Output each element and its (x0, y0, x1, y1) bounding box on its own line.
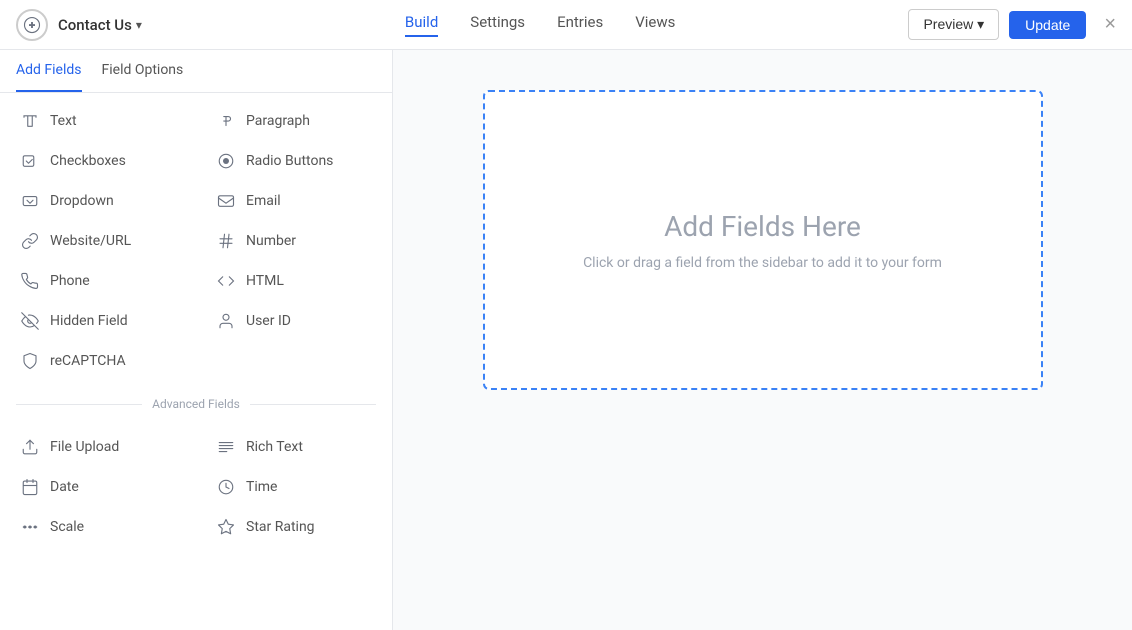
field-item-scale[interactable]: Scale (0, 507, 196, 547)
tab-entries[interactable]: Entries (557, 13, 603, 37)
advanced-fields-divider: Advanced Fields (0, 389, 392, 419)
text-icon (20, 111, 40, 131)
dropdown-icon (20, 191, 40, 211)
field-label-time: Time (246, 479, 277, 495)
star-icon (216, 517, 236, 537)
field-item-number[interactable]: Number (196, 221, 392, 261)
field-label-date: Date (50, 479, 79, 495)
hidden-icon (20, 311, 40, 331)
preview-button[interactable]: Preview ▾ (908, 9, 999, 40)
shield-icon (20, 351, 40, 371)
field-label-starrating: Star Rating (246, 519, 315, 535)
sidebar: Add Fields Field Options Text Paragraph (0, 50, 393, 630)
drop-zone-subtitle: Click or drag a field from the sidebar t… (583, 255, 942, 271)
field-label-hidden: Hidden Field (50, 313, 128, 329)
top-navigation: Contact Us ▾ Build Settings Entries View… (0, 0, 1132, 50)
update-button[interactable]: Update (1009, 11, 1086, 39)
tab-views[interactable]: Views (635, 13, 675, 37)
field-label-radio: Radio Buttons (246, 153, 333, 169)
tab-build[interactable]: Build (405, 13, 438, 37)
field-label-userid: User ID (246, 313, 291, 329)
time-icon (216, 477, 236, 497)
nav-actions: Preview ▾ Update × (908, 9, 1116, 40)
email-icon (216, 191, 236, 211)
field-item-userid[interactable]: User ID (196, 301, 392, 341)
field-item-richtext[interactable]: Rich Text (196, 427, 392, 467)
field-label-phone: Phone (50, 273, 90, 289)
field-item-recaptcha[interactable]: reCAPTCHA (0, 341, 196, 381)
field-item-checkboxes[interactable]: Checkboxes (0, 141, 196, 181)
drop-zone[interactable]: Add Fields Here Click or drag a field fr… (483, 90, 1043, 390)
field-item-html[interactable]: HTML (196, 261, 392, 301)
close-button[interactable]: × (1104, 13, 1116, 36)
field-item-radio[interactable]: Radio Buttons (196, 141, 392, 181)
app-logo (16, 9, 48, 41)
hash-icon (216, 231, 236, 251)
radio-icon (216, 151, 236, 171)
phone-icon (20, 271, 40, 291)
field-item-email[interactable]: Email (196, 181, 392, 221)
field-item-hidden[interactable]: Hidden Field (0, 301, 196, 341)
field-item-text[interactable]: Text (0, 101, 196, 141)
field-item-time[interactable]: Time (196, 467, 392, 507)
sidebar-tabs: Add Fields Field Options (0, 50, 392, 93)
nav-tabs: Build Settings Entries Views (172, 13, 909, 37)
field-label-email: Email (246, 193, 281, 209)
field-item-starrating[interactable]: Star Rating (196, 507, 392, 547)
form-canvas: Add Fields Here Click or drag a field fr… (393, 50, 1132, 630)
field-label-fileupload: File Upload (50, 439, 119, 455)
upload-icon (20, 437, 40, 457)
main-content: Add Fields Field Options Text Paragraph (0, 50, 1132, 630)
checkboxes-icon (20, 151, 40, 171)
advanced-fields-grid: File Upload Rich Text Date (0, 419, 392, 555)
advanced-fields-label: Advanced Fields (152, 397, 240, 411)
field-item-fileupload[interactable]: File Upload (0, 427, 196, 467)
field-item-phone[interactable]: Phone (0, 261, 196, 301)
link-icon (20, 231, 40, 251)
field-label-text: Text (50, 113, 77, 129)
field-label-number: Number (246, 233, 296, 249)
drop-zone-title: Add Fields Here (664, 210, 861, 243)
date-icon (20, 477, 40, 497)
field-item-website[interactable]: Website/URL (0, 221, 196, 261)
tab-settings[interactable]: Settings (470, 13, 525, 37)
richtext-icon (216, 437, 236, 457)
code-icon (216, 271, 236, 291)
field-label-html: HTML (246, 273, 284, 289)
user-icon (216, 311, 236, 331)
field-label-dropdown: Dropdown (50, 193, 114, 209)
title-dropdown-caret[interactable]: ▾ (136, 18, 142, 32)
form-title: Contact Us (58, 16, 132, 34)
paragraph-icon (216, 111, 236, 131)
field-item-dropdown[interactable]: Dropdown (0, 181, 196, 221)
field-item-paragraph[interactable]: Paragraph (196, 101, 392, 141)
field-label-recaptcha: reCAPTCHA (50, 353, 126, 369)
tab-field-options[interactable]: Field Options (102, 50, 184, 92)
field-label-richtext: Rich Text (246, 439, 303, 455)
field-item-date[interactable]: Date (0, 467, 196, 507)
tab-add-fields[interactable]: Add Fields (16, 50, 82, 92)
fields-grid: Text Paragraph Checkboxes (0, 93, 392, 389)
field-label-website: Website/URL (50, 233, 131, 249)
field-label-scale: Scale (50, 519, 84, 535)
scale-icon (20, 517, 40, 537)
field-label-paragraph: Paragraph (246, 113, 310, 129)
field-label-checkboxes: Checkboxes (50, 153, 126, 169)
